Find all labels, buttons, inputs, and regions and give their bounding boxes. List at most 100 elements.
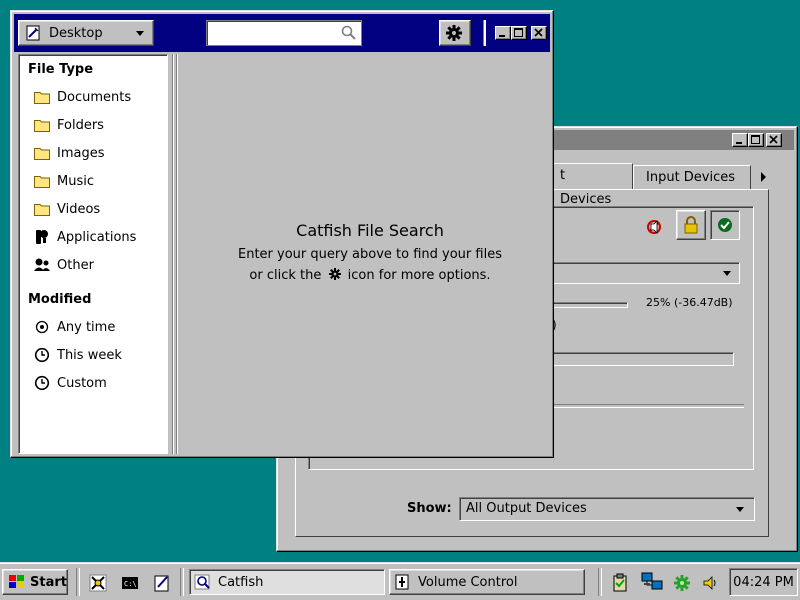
taskbar-separator — [598, 568, 602, 596]
network-icon — [641, 572, 663, 590]
tray-volume[interactable] — [700, 573, 720, 593]
task-label: Volume Control — [418, 574, 518, 590]
text-editor-icon — [154, 575, 169, 592]
taskbar-separator — [180, 568, 184, 596]
modified-custom[interactable]: Custom — [33, 372, 163, 394]
modified-this-week[interactable]: This week — [33, 344, 163, 366]
close-button[interactable] — [766, 133, 782, 147]
volume-level-text: 25% (-36.47dB) — [646, 296, 733, 309]
line2-after: icon for more options. — [347, 268, 491, 283]
location-dropdown[interactable]: Desktop — [18, 20, 154, 46]
folder-icon — [33, 200, 51, 218]
tab-scroll-right-button[interactable] — [755, 165, 773, 189]
tab-input-devices[interactable]: Input Devices — [633, 165, 751, 189]
gear-icon — [328, 268, 341, 280]
modified-any-time[interactable]: Any time — [33, 316, 163, 338]
balance-slider-track[interactable] — [550, 352, 734, 366]
filter-label: Images — [57, 145, 105, 161]
options-button[interactable] — [439, 20, 471, 46]
settings-icon — [89, 574, 107, 592]
tray-updates[interactable] — [672, 573, 692, 593]
catfish-window[interactable]: Desktop File Type Documents Folders Imag… — [10, 10, 554, 458]
filter-label: Folders — [57, 117, 104, 133]
maximize-button[interactable] — [511, 26, 527, 40]
maximize-icon — [514, 28, 523, 37]
catfish-title-bar[interactable]: Desktop — [14, 14, 550, 52]
terminal-icon: C:\ — [122, 577, 138, 589]
task-catfish[interactable]: Catfish — [189, 569, 385, 595]
search-input[interactable] — [210, 23, 342, 43]
show-dropdown-value: All Output Devices — [466, 501, 587, 516]
line2-before: or click the — [249, 268, 322, 283]
filter-label: Any time — [57, 319, 116, 335]
quicklaunch-terminal[interactable]: C:\ — [120, 573, 140, 593]
speaker-icon — [703, 576, 716, 590]
filter-label: Videos — [57, 201, 101, 217]
close-icon — [534, 28, 543, 37]
close-button[interactable] — [531, 26, 547, 40]
tray-clock[interactable]: 04:24 PM — [729, 568, 798, 596]
device-dropdown[interactable] — [550, 262, 740, 284]
lock-button[interactable] — [676, 210, 706, 240]
separator — [550, 404, 744, 408]
filter-label: Music — [57, 173, 94, 189]
file-type-heading: File Type — [28, 62, 94, 77]
filter-music[interactable]: Music — [33, 170, 163, 192]
task-label: Catfish — [218, 574, 264, 590]
gear-icon — [446, 25, 462, 41]
minimize-button[interactable] — [495, 26, 511, 40]
updates-icon — [674, 575, 690, 591]
filter-images[interactable]: Images — [33, 142, 163, 164]
default-device-button[interactable] — [710, 210, 740, 240]
task-volume-control[interactable]: Volume Control — [389, 569, 585, 595]
start-button[interactable]: Start — [2, 569, 68, 595]
folder-icon — [33, 116, 51, 134]
filter-videos[interactable]: Videos — [33, 198, 163, 220]
minimize-button[interactable] — [732, 133, 748, 147]
title-separator — [483, 20, 486, 46]
folder-icon — [33, 144, 51, 162]
search-box[interactable] — [206, 20, 362, 46]
start-label: Start — [30, 574, 67, 590]
mute-icon[interactable] — [644, 216, 668, 240]
clock-icon — [33, 346, 51, 364]
tray-network[interactable] — [640, 571, 664, 593]
chevron-down-icon — [136, 31, 144, 36]
folder-icon — [33, 88, 51, 106]
maximize-button[interactable] — [748, 133, 764, 147]
tab-output-devices[interactable]: t Devices — [547, 163, 633, 207]
filter-documents[interactable]: Documents — [33, 86, 163, 108]
check-icon — [718, 218, 732, 232]
chevron-right-icon — [761, 172, 766, 182]
quicklaunch-settings[interactable] — [88, 573, 108, 593]
other-icon — [33, 256, 51, 274]
close-icon — [769, 135, 778, 144]
taskbar: Start C:\ Catfish Volume Control 04:24 P… — [0, 562, 800, 600]
filter-applications[interactable]: Applications — [33, 226, 163, 248]
radio-selected-icon — [33, 318, 51, 336]
folder-icon — [33, 172, 51, 190]
filter-other[interactable]: Other — [33, 254, 163, 276]
maximize-icon — [751, 135, 760, 144]
minimize-icon — [736, 142, 742, 144]
volume-slider-track[interactable] — [550, 302, 628, 308]
modified-heading: Modified — [28, 292, 92, 307]
show-dropdown[interactable]: All Output Devices — [459, 497, 755, 521]
location-label: Desktop — [49, 25, 103, 41]
pane-divider[interactable] — [170, 54, 180, 454]
clipboard-icon — [613, 573, 627, 592]
lock-icon — [684, 216, 698, 234]
quicklaunch-editor[interactable] — [152, 573, 172, 593]
chevron-down-icon — [736, 507, 744, 512]
filter-folders[interactable]: Folders — [33, 114, 163, 136]
filter-label: Other — [57, 257, 94, 273]
search-icon[interactable] — [341, 25, 357, 41]
chevron-down-icon — [723, 271, 731, 276]
applications-icon — [33, 228, 51, 246]
filter-label: This week — [57, 347, 122, 363]
tray-clipboard[interactable] — [610, 573, 630, 593]
results-area: Catfish File Search Enter your query abo… — [182, 54, 550, 454]
catfish-search-icon — [194, 574, 210, 590]
show-label: Show: — [407, 501, 452, 516]
volume-control-icon — [395, 574, 409, 590]
